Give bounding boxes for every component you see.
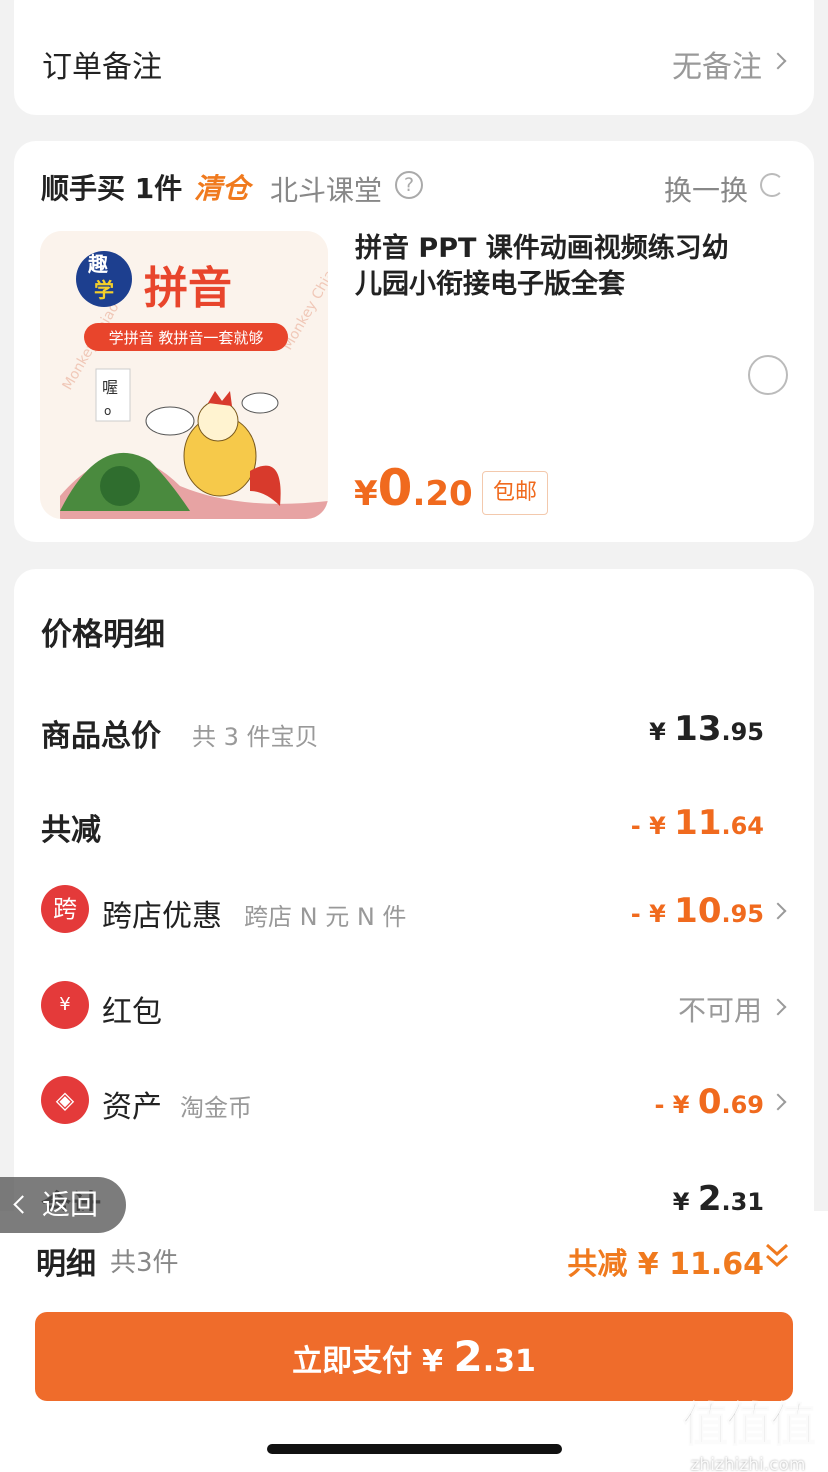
pay-now-button[interactable]: 立即支付 ¥ 2.31 [35, 1312, 793, 1401]
addon-purchase-card: 顺手买 1件 清仓 北斗课堂 ? 换一换 Monkey Chiao Monkey… [14, 141, 814, 542]
watermark-logo: 值值值 [681, 1397, 817, 1453]
item-count: 共 3 件宝贝 [192, 723, 319, 751]
chevron-right-icon [769, 1093, 787, 1111]
total-discount-label: 共减 [41, 813, 101, 848]
checkout-bar: 明细 共3件 共减 ¥ 11.64 立即支付 ¥ 2.31 值值值 zhizhiz… [0, 1211, 828, 1472]
order-note-row[interactable]: 订单备注 无备注 [14, 0, 814, 115]
watermark-site: zhizhizhi.com [690, 1455, 806, 1472]
cross-store-label: 跨店优惠 [102, 899, 222, 934]
svg-text:学: 学 [94, 278, 114, 302]
pay-label: 立即支付 [292, 1344, 413, 1379]
chevron-right-icon [769, 998, 787, 1016]
chevron-right-icon [769, 52, 787, 70]
addon-title: 顺手买 1件 [41, 172, 183, 205]
tag-icon: ◈ [41, 1076, 89, 1124]
back-label: 返回 [42, 1188, 99, 1221]
shop-name: 北斗课堂 [270, 174, 383, 207]
product-title[interactable]: 拼音 PPT 课件动画视频练习幼儿园小衔接电子版全套 [355, 231, 755, 303]
free-shipping-badge: 包邮 [482, 471, 548, 515]
cross-store-desc: 跨店 N 元 N 件 [244, 903, 407, 931]
price-currency: ¥ [354, 474, 378, 514]
cross-store-discount-row[interactable]: 跨 跨店优惠 跨店 N 元 N 件 - ¥ 10.95 [14, 883, 814, 943]
item-count: 共3件 [110, 1248, 179, 1278]
red-packet-icon: ¥ [41, 981, 89, 1029]
price-detail-card: 价格明细 商品总价 共 3 件宝贝 ¥ 13.95 共减 - ¥ 11.64 跨… [14, 569, 814, 1269]
swap-button[interactable]: 换一换 [664, 169, 748, 209]
red-packet-value: 不可用 [677, 994, 762, 1027]
home-indicator[interactable] [267, 1444, 562, 1454]
order-note-value: 无备注 [672, 50, 762, 85]
pay-currency: ¥ [422, 1344, 454, 1379]
price-integer: 0 [377, 459, 413, 517]
price-detail-title: 价格明细 [41, 617, 165, 653]
refresh-icon[interactable] [760, 173, 784, 197]
assets-row[interactable]: ◈ 资产 淘金币 - ¥ 0.69 [14, 1074, 814, 1134]
cross-store-icon: 跨 [41, 885, 89, 933]
red-packet-row[interactable]: ¥ 红包 不可用 [14, 979, 814, 1039]
back-button[interactable]: 返回 [0, 1177, 126, 1233]
cross-store-amount: - ¥ 10.95 [630, 891, 764, 931]
site-watermark: 值值值 zhizhizhi.com [678, 1389, 818, 1472]
select-radio[interactable] [748, 355, 788, 395]
svg-text:趣: 趣 [87, 252, 109, 276]
subtotal-label: 商品总价 [41, 719, 161, 754]
product-price: ¥0.20 [354, 459, 473, 517]
svg-text:喔: 喔 [102, 378, 118, 397]
svg-text:学拼音 教拼音一套就够: 学拼音 教拼音一套就够 [109, 329, 264, 347]
svg-text:拼音: 拼音 [144, 263, 232, 314]
red-packet-label: 红包 [102, 995, 162, 1030]
subtotal-row: 商品总价 共 3 件宝贝 ¥ 13.95 [14, 703, 814, 763]
assets-amount: - ¥ 0.69 [654, 1082, 764, 1122]
total-discount-amount: - ¥ 11.64 [630, 803, 764, 843]
clearance-tag: 清仓 [194, 172, 251, 205]
total-discount-row: 共减 - ¥ 11.64 [14, 797, 814, 857]
assets-label: 资产 [102, 1090, 162, 1125]
chevron-right-icon [769, 902, 787, 920]
product-image[interactable]: Monkey Chiao Monkey Chiao 趣 学 拼音 学拼音 教拼音… [40, 231, 328, 519]
discount-summary[interactable]: 共减 ¥ 11.64 [567, 1239, 764, 1283]
double-chevron-down-icon[interactable] [764, 1241, 790, 1271]
help-icon[interactable]: ? [395, 171, 423, 199]
order-note-label: 订单备注 [42, 50, 162, 85]
chevron-left-icon [13, 1195, 32, 1214]
svg-text:o: o [104, 404, 111, 418]
detail-label[interactable]: 明细 [36, 1239, 96, 1283]
pay-decimal: .31 [482, 1344, 536, 1379]
price-decimal: .20 [412, 474, 473, 514]
pay-integer: 2 [453, 1332, 483, 1381]
subtotal-amount: ¥ 13.95 [649, 709, 764, 749]
assets-desc: 淘金币 [180, 1094, 252, 1122]
